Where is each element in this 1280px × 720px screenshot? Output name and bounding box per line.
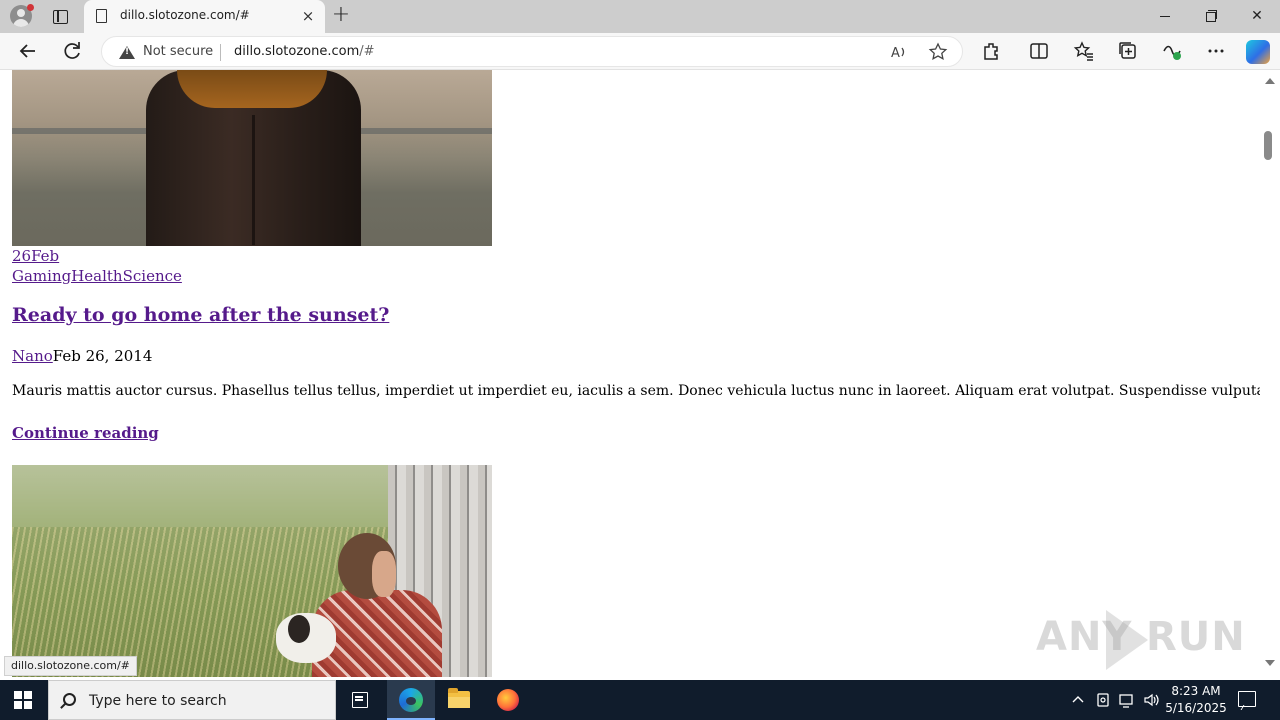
- search-placeholder: Type here to search: [89, 693, 227, 709]
- warning-icon[interactable]: [119, 46, 135, 59]
- tab-actions-icon[interactable]: [50, 6, 70, 26]
- edge-icon: [399, 688, 423, 712]
- close-tab-icon[interactable]: ×: [299, 7, 317, 25]
- browser-toolbar: Not secure dillo.slotozone.com/# A: [0, 33, 1280, 70]
- taskbar-firefox[interactable]: [484, 680, 532, 720]
- windows-start-icon[interactable]: [14, 691, 32, 709]
- taskbar-file-explorer[interactable]: [435, 680, 483, 720]
- post-title-link[interactable]: Ready to go home after the sunset?: [12, 304, 389, 326]
- url-host: dillo.slotozone.com: [234, 44, 360, 59]
- task-view-icon[interactable]: [336, 680, 384, 720]
- tray-device-icon[interactable]: [1094, 691, 1112, 709]
- watermark-play-icon: [1106, 610, 1148, 670]
- scrollbar-thumb[interactable]: [1264, 131, 1272, 160]
- image-man-face: [372, 551, 396, 597]
- url-text[interactable]: dillo.slotozone.com/#: [234, 44, 375, 59]
- taskbar-search-box[interactable]: Type here to search: [48, 680, 336, 720]
- back-icon[interactable]: [16, 39, 40, 63]
- taskbar-edge[interactable]: [387, 680, 435, 720]
- svg-text:A: A: [891, 46, 900, 61]
- collections-icon[interactable]: [1116, 39, 1140, 63]
- network-icon[interactable]: [1118, 691, 1136, 709]
- url-path: /#: [359, 44, 375, 59]
- folder-icon: [448, 688, 470, 708]
- post-meta: NanoFeb 26, 2014: [12, 347, 152, 365]
- page-viewport: 26Feb GamingHealthScience Ready to go ho…: [4, 70, 1260, 677]
- browser-essentials-icon[interactable]: [1160, 39, 1184, 63]
- clock-date: 5/16/2025: [1165, 701, 1227, 715]
- volume-icon[interactable]: [1142, 691, 1160, 709]
- post-author-link[interactable]: Nano: [12, 347, 53, 365]
- post-image-hooded-person[interactable]: [12, 70, 492, 246]
- browser-tab-strip: dillo.slotozone.com/# × + ✕: [0, 0, 1280, 33]
- read-aloud-icon[interactable]: A: [888, 41, 910, 63]
- windows-taskbar: Type here to search 8:23 AM 5/16/2025: [0, 680, 1280, 720]
- refresh-icon[interactable]: [60, 39, 84, 63]
- post-date: Feb 26, 2014: [52, 347, 153, 365]
- tab-title: dillo.slotozone.com/#: [120, 8, 250, 22]
- security-status[interactable]: Not secure: [143, 44, 213, 59]
- search-icon: [63, 693, 76, 706]
- image-hood: [177, 70, 327, 108]
- notification-icon[interactable]: [1238, 691, 1256, 707]
- taskbar-clock[interactable]: 8:23 AM 5/16/2025: [1160, 683, 1232, 717]
- image-seam: [252, 115, 255, 245]
- profile-notification-dot: [27, 4, 34, 11]
- new-tab-button[interactable]: +: [330, 4, 352, 28]
- split-screen-icon[interactable]: [1027, 39, 1051, 63]
- tray-chevron-up-icon[interactable]: [1069, 691, 1087, 709]
- scroll-up-arrow-icon[interactable]: [1265, 78, 1275, 84]
- browser-tab-active[interactable]: dillo.slotozone.com/# ×: [84, 0, 325, 33]
- post-image-man-with-dog[interactable]: [12, 465, 492, 677]
- status-bar-url: dillo.slotozone.com/#: [4, 656, 137, 676]
- more-options-icon[interactable]: [1204, 39, 1228, 63]
- image-dog-ear: [288, 615, 310, 643]
- favorites-icon[interactable]: [1072, 39, 1096, 63]
- post-categories-link[interactable]: GamingHealthScience: [12, 267, 182, 285]
- minimize-button[interactable]: [1142, 0, 1188, 33]
- firefox-icon: [497, 689, 519, 711]
- scroll-down-arrow-icon[interactable]: [1265, 660, 1275, 666]
- clock-time: 8:23 AM: [1171, 684, 1221, 698]
- anyrun-watermark: ANY RUN: [1036, 608, 1245, 672]
- post-excerpt: Mauris mattis auctor cursus. Phasellus t…: [12, 383, 1260, 399]
- copilot-icon[interactable]: [1246, 40, 1270, 64]
- page-scrollbar[interactable]: [1260, 70, 1280, 677]
- extensions-icon[interactable]: [979, 39, 1003, 63]
- restore-button[interactable]: [1188, 0, 1234, 33]
- address-bar[interactable]: Not secure dillo.slotozone.com/# A: [101, 36, 963, 67]
- watermark-right-text: RUN: [1146, 614, 1246, 660]
- favorite-star-icon[interactable]: [927, 41, 949, 63]
- close-window-button[interactable]: ✕: [1234, 0, 1280, 33]
- post-date-link[interactable]: 26Feb: [12, 247, 59, 265]
- continue-reading-link[interactable]: Continue reading: [12, 424, 159, 442]
- page-icon: [96, 9, 107, 23]
- address-separator: [220, 44, 221, 61]
